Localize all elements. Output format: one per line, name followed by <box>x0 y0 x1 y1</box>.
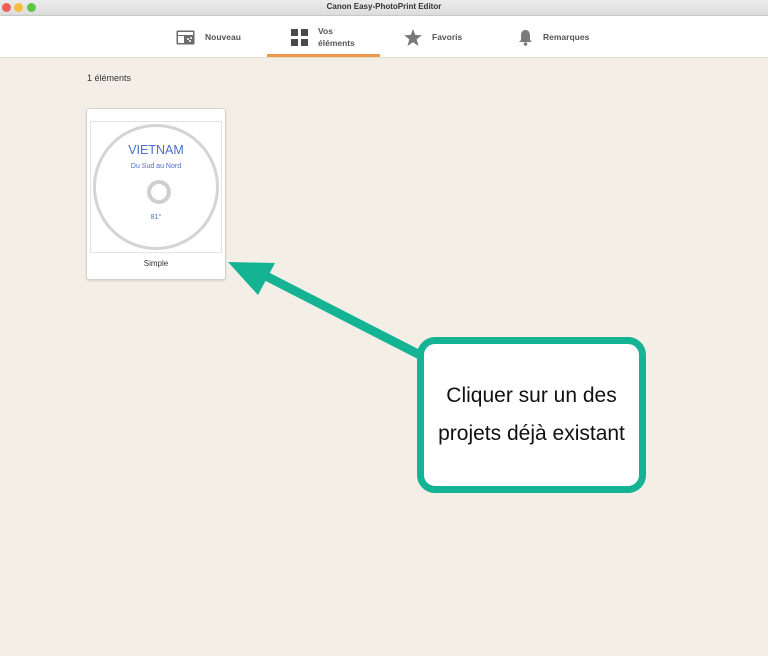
tab-new-label: Nouveau <box>205 32 241 42</box>
main-toolbar: Nouveau Vos éléments Favoris Remarques <box>0 16 768 58</box>
star-icon <box>404 28 422 46</box>
annotation-text: Cliquer sur un des projets déjà existant <box>438 384 625 445</box>
tab-notifications[interactable]: Remarques <box>518 16 589 58</box>
tab-favorites-label: Favoris <box>432 32 463 42</box>
new-document-icon <box>176 30 195 45</box>
tab-my-items-label: Vos éléments <box>318 26 355 48</box>
disc-preview: VIETNAM Du Sud au Nord 81° <box>93 124 219 250</box>
tab-notifications-label: Remarques <box>543 32 590 42</box>
tab-my-items[interactable]: Vos éléments <box>291 16 362 58</box>
active-tab-indicator <box>267 54 380 57</box>
project-card[interactable]: VIETNAM Du Sud au Nord 81° Simple <box>86 108 226 280</box>
disc-hole <box>147 180 171 204</box>
project-thumbnail: VIETNAM Du Sud au Nord 81° <box>90 121 222 253</box>
tab-favorites[interactable]: Favoris <box>404 16 462 58</box>
tab-new[interactable]: Nouveau <box>176 16 241 58</box>
disc-subtitle: Du Sud au Nord <box>130 163 182 170</box>
disc-number: 81° <box>150 214 162 221</box>
disc-title: VIETNAM <box>128 143 184 157</box>
annotation-arrow <box>228 262 425 360</box>
window-title: Canon Easy-PhotoPrint Editor <box>326 2 442 11</box>
project-label: Simple <box>143 259 169 268</box>
annotation-callout: Cliquer sur un des projets déjà existant <box>417 337 646 493</box>
title-bar: Canon Easy-PhotoPrint Editor <box>0 0 768 16</box>
items-count: 1 éléments <box>87 73 132 83</box>
bell-icon <box>518 29 533 46</box>
grid-icon <box>291 28 308 46</box>
